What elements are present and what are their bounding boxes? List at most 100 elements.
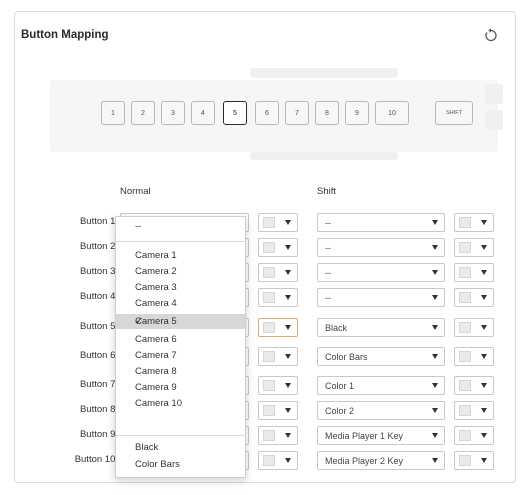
panel-button-7[interactable]: 7	[285, 101, 309, 125]
row-label-button-6: Button 6:	[79, 350, 118, 361]
menu-item-label: Camera 8	[135, 366, 177, 377]
color-swatch	[459, 217, 471, 228]
normal-color-picker-button-4[interactable]	[258, 288, 298, 307]
normal-color-picker-button-6[interactable]	[258, 347, 298, 366]
menu-item-camera-7[interactable]: Camera 7	[116, 348, 245, 363]
panel-button-3[interactable]: 3	[161, 101, 185, 125]
normal-color-picker-button-7[interactable]	[258, 376, 298, 395]
reset-icon[interactable]	[482, 26, 500, 44]
shift-select-button-8[interactable]: Color 2	[317, 401, 445, 420]
menu-separator	[116, 241, 245, 242]
panel-button-1[interactable]: 1	[101, 101, 125, 125]
chevron-down-icon	[481, 408, 487, 413]
color-swatch	[263, 430, 275, 441]
shift-color-picker-button-6[interactable]	[454, 347, 494, 366]
shift-select-value: Color Bars	[325, 352, 368, 362]
chevron-down-icon	[481, 383, 487, 388]
ghost-row-bottom	[250, 152, 398, 160]
color-swatch	[459, 322, 471, 333]
panel-button-6[interactable]: 6	[255, 101, 279, 125]
menu-item-label: Camera 7	[135, 350, 177, 361]
panel-button-4[interactable]: 4	[191, 101, 215, 125]
shift-color-picker-button-2[interactable]	[454, 238, 494, 257]
normal-color-picker-button-8[interactable]	[258, 401, 298, 420]
color-swatch	[263, 322, 275, 333]
shift-color-picker-button-8[interactable]	[454, 401, 494, 420]
shift-select-value: Color 1	[325, 381, 355, 391]
menu-item-color-bars[interactable]: Color Bars	[116, 457, 245, 472]
shift-column-header: Shift	[317, 186, 337, 197]
color-swatch	[459, 242, 471, 253]
shift-select-value: --	[325, 218, 331, 228]
panel-button-2[interactable]: 2	[131, 101, 155, 125]
color-swatch	[459, 267, 471, 278]
color-swatch	[459, 430, 471, 441]
shift-select-value: Color 2	[325, 406, 355, 416]
panel-button-8[interactable]: 8	[315, 101, 339, 125]
menu-item-camera-9[interactable]: Camera 9	[116, 380, 245, 395]
shift-select-value: --	[325, 243, 331, 253]
menu-item-camera-4[interactable]: Camera 4	[116, 296, 245, 311]
menu-item-camera-6[interactable]: Camera 6	[116, 332, 245, 347]
menu-item-camera-2[interactable]: Camera 2	[116, 264, 245, 279]
shift-select-button-1[interactable]: --	[317, 213, 445, 232]
normal-color-picker-button-3[interactable]	[258, 263, 298, 282]
shift-color-picker-button-5[interactable]	[454, 318, 494, 337]
chevron-down-icon	[481, 270, 487, 275]
chevron-down-icon	[481, 458, 487, 463]
chevron-down-icon	[285, 295, 291, 300]
panel-button-10[interactable]: 10	[375, 101, 409, 125]
menu-item-camera-3[interactable]: Camera 3	[116, 280, 245, 295]
shift-color-picker-button-1[interactable]	[454, 213, 494, 232]
panel-title: Button Mapping	[21, 29, 109, 41]
shift-select-value: --	[325, 268, 331, 278]
normal-color-picker-button-5[interactable]	[258, 318, 298, 337]
chevron-down-icon	[285, 354, 291, 359]
shift-select-button-4[interactable]: --	[317, 288, 445, 307]
chevron-down-icon	[432, 458, 438, 463]
shift-color-picker-button-3[interactable]	[454, 263, 494, 282]
shift-color-picker-button-7[interactable]	[454, 376, 494, 395]
menu-item-label: Camera 10	[135, 398, 182, 409]
chevron-down-icon	[481, 354, 487, 359]
shift-select-button-5[interactable]: Black	[317, 318, 445, 337]
normal-color-picker-button-9[interactable]	[258, 426, 298, 445]
chevron-down-icon	[481, 220, 487, 225]
shift-select-button-2[interactable]: --	[317, 238, 445, 257]
shift-select-button-10[interactable]: Media Player 2 Key	[317, 451, 445, 470]
shift-color-picker-button-4[interactable]	[454, 288, 494, 307]
shift-color-picker-button-10[interactable]	[454, 451, 494, 470]
shift-select-value: --	[325, 293, 331, 303]
shift-select-button-9[interactable]: Media Player 1 Key	[317, 426, 445, 445]
row-label-button-7: Button 7:	[79, 379, 118, 390]
row-label-button-3: Button 3:	[79, 266, 118, 277]
menu-item-label: Color Bars	[135, 459, 180, 470]
panel-button-5[interactable]: 5	[223, 101, 247, 125]
menu-item-camera-1[interactable]: Camera 1	[116, 248, 245, 263]
menu-item-camera-8[interactable]: Camera 8	[116, 364, 245, 379]
chevron-down-icon	[285, 458, 291, 463]
row-label-button-8: Button 8:	[79, 404, 118, 415]
shift-select-button-7[interactable]: Color 1	[317, 376, 445, 395]
color-swatch	[459, 405, 471, 416]
menu-item-label: Camera 1	[135, 250, 177, 261]
shift-color-picker-button-9[interactable]	[454, 426, 494, 445]
menu-item-none[interactable]: --	[116, 219, 245, 234]
color-swatch	[263, 405, 275, 416]
normal-color-picker-button-1[interactable]	[258, 213, 298, 232]
shift-select-button-6[interactable]: Color Bars	[317, 347, 445, 366]
menu-item-label: Camera 9	[135, 382, 177, 393]
color-swatch	[459, 380, 471, 391]
ghost-row-top	[250, 68, 398, 78]
chevron-down-icon	[432, 354, 438, 359]
shift-select-button-3[interactable]: --	[317, 263, 445, 282]
panel-button-9[interactable]: 9	[345, 101, 369, 125]
normal-color-picker-button-2[interactable]	[258, 238, 298, 257]
menu-item-black[interactable]: Black	[116, 440, 245, 455]
normal-color-picker-button-10[interactable]	[258, 451, 298, 470]
shift-button[interactable]: SHIFT	[435, 101, 473, 125]
menu-item-camera-10[interactable]: Camera 10	[116, 396, 245, 411]
menu-item-label: --	[135, 221, 142, 232]
normal-column-header: Normal	[120, 186, 151, 197]
menu-item-camera-5[interactable]: ✓ Camera 5	[116, 314, 245, 329]
